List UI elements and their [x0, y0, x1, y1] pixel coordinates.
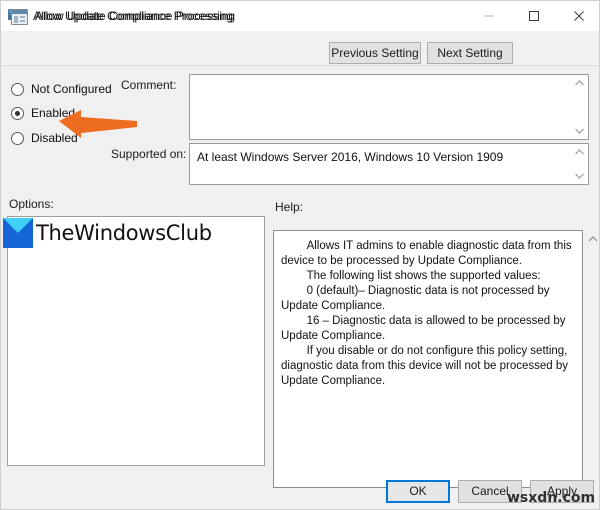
ok-button[interactable]: OK	[386, 480, 450, 503]
window-controls	[466, 1, 599, 31]
chevron-up-icon	[574, 149, 584, 155]
maximize-button[interactable]	[511, 1, 556, 31]
next-setting-button[interactable]: Next Setting	[427, 42, 513, 64]
radio-disabled-label: Disabled	[31, 131, 78, 145]
radio-enabled[interactable]: Enabled	[11, 105, 75, 121]
chevron-up-icon	[588, 236, 598, 242]
radio-enabled-label: Enabled	[31, 106, 76, 120]
options-pane[interactable]	[7, 216, 265, 466]
previous-setting-button[interactable]: Previous Setting	[329, 42, 421, 64]
minimize-button[interactable]	[466, 1, 511, 31]
close-icon	[573, 11, 584, 21]
help-scroll-up-button[interactable]	[587, 233, 599, 245]
supported-on-value: At least Windows Server 2016, Windows 10…	[197, 150, 504, 164]
close-button[interactable]	[556, 1, 599, 31]
group-policy-setting-dialog: Allow Update Compliance Processing Allow…	[0, 0, 600, 510]
policy-setting-icon	[11, 9, 28, 25]
radio-not-configured-label: Not Configured	[31, 82, 112, 96]
cancel-button[interactable]: Cancel	[458, 480, 522, 503]
comment-input[interactable]	[189, 74, 589, 140]
policy-title: Allow Update Compliance Processing	[35, 9, 236, 23]
apply-button[interactable]: Apply	[530, 480, 594, 503]
radio-disabled[interactable]: Disabled	[11, 130, 78, 146]
chevron-down-icon	[574, 128, 584, 134]
help-pane[interactable]: Allows IT admins to enable diagnostic da…	[273, 230, 583, 488]
minimize-icon	[483, 15, 494, 17]
supported-on-field: At least Windows Server 2016, Windows 10…	[189, 143, 589, 185]
chevron-down-icon	[574, 173, 584, 179]
supported-on-label: Supported on:	[111, 147, 187, 161]
comment-scrollbar[interactable]	[572, 79, 586, 135]
help-text: Allows IT admins to enable diagnostic da…	[281, 240, 572, 387]
help-label: Help:	[275, 200, 304, 214]
options-label: Options:	[9, 197, 54, 211]
radio-not-configured-mark[interactable]	[11, 82, 24, 96]
radio-not-configured[interactable]: Not Configured	[11, 81, 112, 97]
radio-disabled-mark[interactable]	[11, 131, 24, 145]
comment-label: Comment:	[121, 78, 177, 92]
radio-enabled-mark[interactable]	[11, 106, 24, 120]
chevron-up-icon	[574, 80, 584, 86]
supported-on-scrollbar[interactable]	[572, 148, 586, 180]
maximize-icon	[528, 11, 539, 21]
